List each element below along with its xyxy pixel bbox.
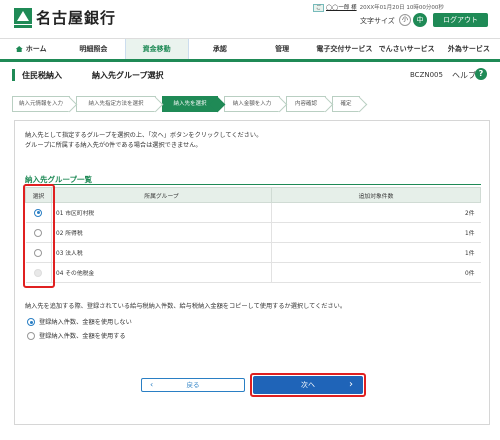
intro-line-1: 納入先として指定するグループを選択の上、「次へ」ボタンをクリックしてください。 bbox=[25, 132, 263, 139]
group-count: 1件 bbox=[271, 242, 481, 263]
table-row[interactable]: 02 所得税 1件 bbox=[25, 222, 481, 243]
intro-line-2: グループに所属する納入先が0件である場合は選択できません。 bbox=[25, 142, 202, 149]
logout-button[interactable]: ログアウト bbox=[433, 13, 488, 27]
step-3: 納入先を選択 bbox=[162, 96, 218, 112]
help-icon[interactable]: ? bbox=[475, 68, 487, 80]
bank-logo bbox=[14, 8, 32, 28]
chevron-left-icon: ‹ bbox=[150, 380, 154, 389]
user-info: ご ◯◯一郎 様 20XX年01月20日 10時00分00秒 bbox=[313, 3, 444, 12]
home-icon bbox=[15, 46, 23, 52]
step-1: 納入元情報を入力 bbox=[12, 96, 70, 112]
step-6: 確定 bbox=[332, 96, 360, 112]
copy-option-no[interactable]: 登録納入件数、金額を使用しない bbox=[27, 317, 132, 326]
step-4: 納入金額を入力 bbox=[224, 96, 280, 112]
nav-forex[interactable]: 外為サービス bbox=[438, 39, 500, 59]
col-group: 所属グループ bbox=[51, 187, 272, 203]
group-name: 03 法人税 bbox=[51, 242, 272, 263]
nav-transfer[interactable]: 資金移動 bbox=[124, 39, 189, 59]
section-divider bbox=[25, 184, 481, 185]
font-size-small[interactable]: 小 bbox=[399, 14, 411, 26]
table-row[interactable]: 01 市区町村税 2件 bbox=[25, 202, 481, 223]
bank-name: 名古屋銀行 bbox=[36, 9, 117, 27]
col-count: 追加対象件数 bbox=[271, 187, 481, 203]
global-nav: ホーム 明細照会 資金移動 承認 管理 電子交付サービス でんさいサービス 外為… bbox=[0, 38, 500, 62]
nav-approval[interactable]: 承認 bbox=[189, 39, 251, 59]
table-row[interactable]: 03 法人税 1件 bbox=[25, 242, 481, 263]
copy-radio-selected[interactable] bbox=[27, 318, 35, 326]
step-5: 内容確認 bbox=[286, 96, 326, 112]
screen-id: BCZN005 bbox=[410, 71, 443, 79]
page-title-bar: 住民税納入 納入先グループ選択 BCZN005 ヘルプ ? bbox=[12, 64, 490, 86]
intro-text: 納入先として指定するグループを選択の上、「次へ」ボタンをクリックしてください。 … bbox=[25, 131, 262, 151]
group-table: 選択 所属グループ 追加対象件数 01 市区町村税 2件 02 所得税 1件 0… bbox=[25, 187, 481, 283]
copy-option-yes[interactable]: 登録納入件数、金額を使用する bbox=[27, 331, 126, 340]
title-accent bbox=[12, 69, 15, 81]
back-button[interactable]: ‹ 戻る bbox=[141, 378, 245, 392]
main-panel: 納入先として指定するグループを選択の上、「次へ」ボタンをクリックしてください。 … bbox=[14, 120, 490, 425]
group-count: 0件 bbox=[271, 262, 481, 283]
nav-e-delivery[interactable]: 電子交付サービス bbox=[313, 39, 375, 59]
page-category: 住民税納入 bbox=[22, 71, 62, 80]
nav-admin[interactable]: 管理 bbox=[251, 39, 313, 59]
page-title: 納入先グループ選択 bbox=[92, 71, 164, 80]
help-link[interactable]: ヘルプ bbox=[452, 70, 476, 81]
header: 名古屋銀行 ご ◯◯一郎 様 20XX年01月20日 10時00分00秒 文字サイズ… bbox=[0, 0, 500, 38]
group-name: 01 市区町村税 bbox=[51, 202, 272, 223]
nav-home[interactable]: ホーム bbox=[0, 39, 62, 59]
group-name: 02 所得税 bbox=[51, 222, 272, 243]
step-2: 納入先指定方法を選択 bbox=[76, 96, 156, 112]
last-login: 20XX年01月20日 10時00分00秒 bbox=[359, 5, 444, 11]
copy-radio[interactable] bbox=[27, 332, 35, 340]
user-icon: ご bbox=[313, 4, 325, 12]
highlight-next-button bbox=[250, 373, 366, 397]
nav-densai[interactable]: でんさいサービス bbox=[376, 39, 438, 59]
copy-question: 納入先を追加する際、登録されている給与税納入件数、給与税納入金額をコピーして使用… bbox=[25, 303, 347, 310]
nav-statements[interactable]: 明細照会 bbox=[62, 39, 124, 59]
font-size-medium[interactable]: 中 bbox=[413, 13, 427, 27]
group-name: 04 その他税金 bbox=[51, 262, 272, 283]
group-count: 1件 bbox=[271, 222, 481, 243]
font-size-label: 文字サイズ bbox=[360, 17, 395, 25]
group-count: 2件 bbox=[271, 202, 481, 223]
highlight-select-column bbox=[23, 184, 55, 288]
table-row: 04 その他税金 0件 bbox=[25, 262, 481, 283]
user-name[interactable]: ◯◯一郎 様 bbox=[326, 5, 357, 11]
